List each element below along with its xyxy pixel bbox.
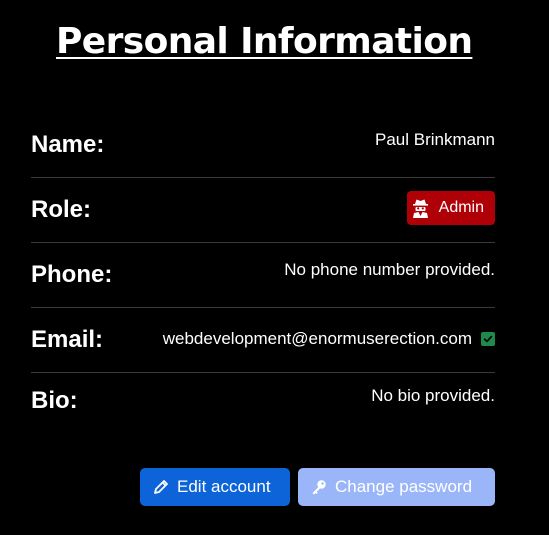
info-row-email: Email: webdevelopment@enormuserection.co… xyxy=(31,308,495,373)
change-password-button[interactable]: Change password xyxy=(298,468,495,506)
email-value-group: webdevelopment@enormuserection.com xyxy=(163,329,495,349)
info-row-bio: Bio: No bio provided. xyxy=(31,373,495,433)
phone-label: Phone: xyxy=(31,261,113,288)
info-row-name: Name: Paul Brinkmann xyxy=(31,113,495,178)
role-label: Role: xyxy=(31,196,91,223)
edit-account-label: Edit account xyxy=(177,477,271,496)
check-square-icon xyxy=(481,332,495,346)
name-label: Name: xyxy=(31,131,105,158)
role-value: Admin xyxy=(438,199,484,216)
page-title: Personal Information xyxy=(56,21,473,62)
phone-value: No phone number provided. xyxy=(284,260,495,279)
edit-account-button[interactable]: Edit account xyxy=(140,468,290,506)
email-label: Email: xyxy=(31,326,104,353)
key-icon xyxy=(311,479,327,495)
bio-label: Bio: xyxy=(31,387,78,414)
info-row-phone: Phone: No phone number provided. xyxy=(31,243,495,308)
pencil-icon xyxy=(153,479,169,495)
bio-value: No bio provided. xyxy=(371,386,495,405)
info-list: Name: Paul Brinkmann Role: Phone: No pho… xyxy=(31,113,495,433)
email-value: webdevelopment@enormuserection.com xyxy=(162,329,472,348)
change-password-label: Change password xyxy=(335,477,473,496)
user-secret-icon xyxy=(411,198,430,218)
role-badge: Admin xyxy=(406,191,495,225)
name-value: Paul Brinkmann xyxy=(374,130,495,149)
